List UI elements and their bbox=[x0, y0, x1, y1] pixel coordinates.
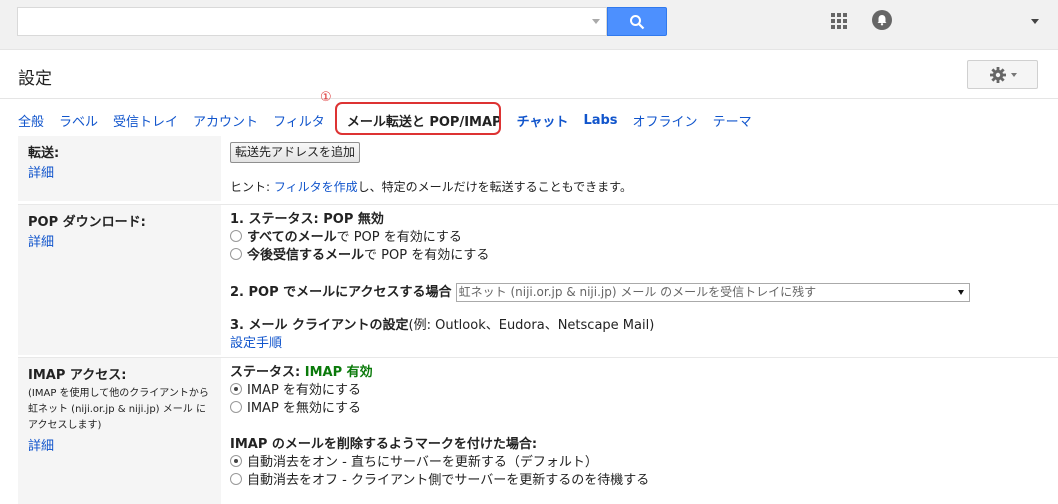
imap-enable-radio[interactable] bbox=[230, 383, 242, 395]
imap-expunge-off-radio[interactable] bbox=[230, 473, 242, 485]
search-button[interactable] bbox=[607, 7, 667, 36]
tab-labels[interactable]: ラベル bbox=[59, 111, 98, 130]
imap-status: ステータス: IMAP 有効 bbox=[230, 364, 649, 382]
pop-enable-all-radio[interactable] bbox=[230, 230, 242, 242]
imap-status-value: IMAP 有効 bbox=[304, 365, 373, 380]
search-input[interactable] bbox=[17, 7, 607, 36]
forwarding-label-cell: 転送: 詳細 bbox=[18, 136, 221, 201]
forwarding-detail-link[interactable]: 詳細 bbox=[28, 162, 211, 181]
imap-enable-label: IMAP を有効にする bbox=[247, 383, 362, 398]
tab-labs[interactable]: Labs bbox=[583, 113, 617, 128]
forwarding-hint: ヒント: フィルタを作成し、特定のメールだけを転送することもできます。 bbox=[230, 178, 632, 195]
forwarding-label: 転送: bbox=[28, 146, 60, 161]
imap-expunge-on-option[interactable]: 自動消去をオン - 直ちにサーバーを更新する（デフォルト） bbox=[230, 454, 649, 472]
imap-detail-link[interactable]: 詳細 bbox=[28, 435, 211, 454]
tab-inbox[interactable]: 受信トレイ bbox=[113, 111, 178, 130]
pop-enable-new-radio[interactable] bbox=[230, 248, 242, 260]
top-bar bbox=[0, 0, 1058, 50]
bell-icon bbox=[877, 15, 887, 26]
tab-filters[interactable]: フィルタ bbox=[273, 111, 325, 130]
imap-expunge-off-label: 自動消去をオフ - クライアント側でサーバーを更新するのを待機する bbox=[247, 473, 650, 488]
imap-status-prefix: ステータス: bbox=[230, 365, 305, 380]
pop-client-line: 3. メール クライアントの設定(例: Outlook、Eudora、Netsc… bbox=[230, 317, 970, 335]
imap-enable-option[interactable]: IMAP を有効にする bbox=[230, 382, 649, 400]
pop-client-label: 3. メール クライアントの設定 bbox=[230, 318, 409, 333]
settings-gear-button[interactable] bbox=[967, 60, 1038, 89]
pop-content: 1. ステータス: POP 無効 すべてのメールで POP を有効にする 今後受… bbox=[230, 211, 970, 353]
tab-general[interactable]: 全般 bbox=[18, 111, 44, 130]
pop-status-value: POP 無効 bbox=[323, 212, 384, 227]
forwarding-content: 転送先アドレスを追加 ヒント: フィルタを作成し、特定のメールだけを転送すること… bbox=[230, 142, 632, 195]
pop-detail-link[interactable]: 詳細 bbox=[28, 231, 211, 250]
pop-enable-new-option[interactable]: 今後受信するメールで POP を有効にする bbox=[230, 247, 970, 265]
pop-status: 1. ステータス: POP 無効 bbox=[230, 211, 970, 229]
pop-label: POP ダウンロード: bbox=[28, 215, 146, 230]
imap-disable-radio[interactable] bbox=[230, 401, 242, 413]
hint-suffix: し、特定のメールだけを転送することもできます。 bbox=[357, 180, 632, 194]
tab-offline[interactable]: オフライン bbox=[633, 111, 698, 130]
imap-note: (IMAP を使用して他のクライアントから虹ネット (niji.or.jp & … bbox=[28, 388, 209, 431]
active-tab-highlight bbox=[335, 102, 501, 135]
search-options-icon[interactable] bbox=[592, 19, 600, 24]
create-filter-link[interactable]: フィルタを作成 bbox=[274, 180, 358, 194]
imap-content: ステータス: IMAP 有効 IMAP を有効にする IMAP を無効にする I… bbox=[230, 364, 649, 490]
pop-setup-line: 設定手順 bbox=[230, 335, 970, 353]
pop-access-label: 2. POP でメールにアクセスする場合 bbox=[230, 285, 452, 300]
apps-grid-icon[interactable] bbox=[831, 13, 847, 29]
pop-client-note: (例: Outlook、Eudora、Netscape Mail) bbox=[408, 318, 655, 333]
tab-accounts[interactable]: アカウント bbox=[193, 111, 258, 130]
step-marker: ① bbox=[320, 90, 332, 105]
divider bbox=[0, 98, 1058, 99]
pop-access-line: 2. POP でメールにアクセスする場合 虹ネット (niji.or.jp & … bbox=[230, 283, 970, 302]
imap-expunge-off-option[interactable]: 自動消去をオフ - クライアント側でサーバーを更新するのを待機する bbox=[230, 472, 649, 490]
pop-all-mail-rest: で POP を有効にする bbox=[336, 230, 462, 245]
pop-setup-link[interactable]: 設定手順 bbox=[230, 336, 282, 351]
pop-all-mail-label: すべてのメール bbox=[247, 230, 337, 245]
settings-panel: 転送: 詳細 転送先アドレスを追加 ヒント: フィルタを作成し、特定のメールだけ… bbox=[18, 136, 1058, 504]
add-forwarding-address-button[interactable]: 転送先アドレスを追加 bbox=[230, 142, 361, 163]
imap-expunge-on-label: 自動消去をオン - 直ちにサーバーを更新する（デフォルト） bbox=[247, 455, 598, 470]
imap-row: IMAP アクセス: (IMAP を使用して他のクライアントから虹ネット (ni… bbox=[18, 358, 1058, 504]
pop-enable-all-option[interactable]: すべてのメールで POP を有効にする bbox=[230, 229, 970, 247]
select-arrow-icon bbox=[957, 290, 964, 295]
imap-disable-option[interactable]: IMAP を無効にする bbox=[230, 400, 649, 418]
pop-access-selected: 虹ネット (niji.or.jp & niji.jp) メール のメールを受信ト… bbox=[458, 285, 817, 299]
pop-status-prefix: 1. ステータス: bbox=[230, 212, 324, 227]
imap-delete-label: IMAP のメールを削除するようマークを付けた場合: bbox=[230, 437, 538, 452]
pop-row: POP ダウンロード: 詳細 1. ステータス: POP 無効 すべてのメールで… bbox=[18, 205, 1058, 355]
forwarding-row: 転送: 詳細 転送先アドレスを追加 ヒント: フィルタを作成し、特定のメールだけ… bbox=[18, 136, 1058, 201]
account-menu-icon[interactable] bbox=[1031, 19, 1039, 24]
page-title: 設定 bbox=[18, 69, 52, 89]
pop-label-cell: POP ダウンロード: 詳細 bbox=[18, 205, 221, 355]
imap-label-cell: IMAP アクセス: (IMAP を使用して他のクライアントから虹ネット (ni… bbox=[18, 358, 221, 504]
gear-icon bbox=[989, 66, 1006, 83]
search-icon bbox=[630, 14, 645, 29]
imap-label: IMAP アクセス: bbox=[28, 368, 127, 383]
hint-prefix: ヒント: bbox=[230, 180, 274, 194]
pop-new-mail-rest: で POP を有効にする bbox=[364, 248, 490, 263]
tab-chat[interactable]: チャット bbox=[517, 111, 569, 130]
chevron-down-icon bbox=[1010, 72, 1017, 77]
imap-disable-label: IMAP を無効にする bbox=[247, 401, 362, 416]
notifications-icon[interactable] bbox=[872, 10, 892, 30]
tab-themes[interactable]: テーマ bbox=[713, 111, 752, 130]
pop-access-select[interactable]: 虹ネット (niji.or.jp & niji.jp) メール のメールを受信ト… bbox=[455, 283, 970, 302]
pop-new-mail-label: 今後受信するメール bbox=[247, 248, 365, 263]
imap-expunge-on-radio[interactable] bbox=[230, 455, 242, 467]
